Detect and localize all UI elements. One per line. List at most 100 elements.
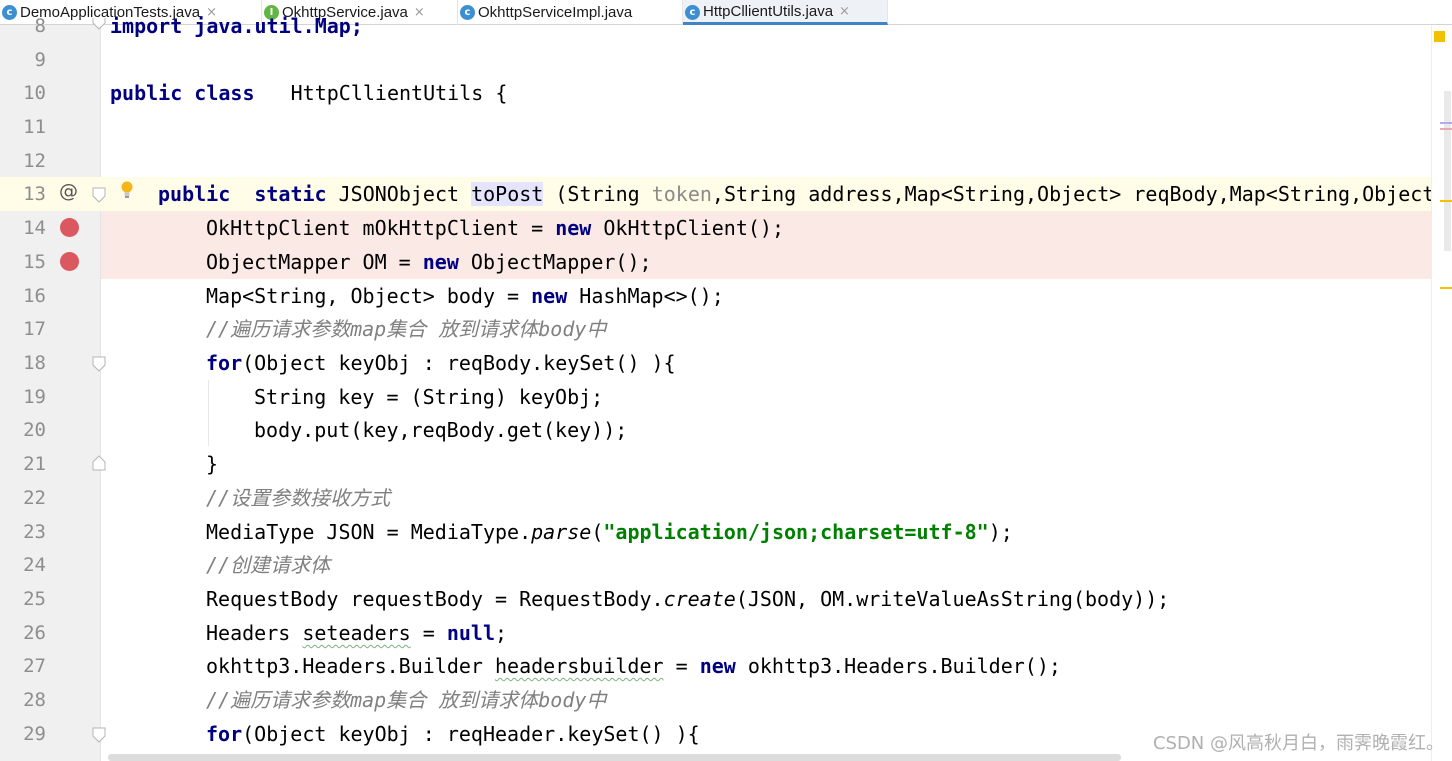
line-number: 11 xyxy=(23,116,46,138)
code-line-15: ObjectMapper OM = new ObjectMapper(); xyxy=(206,245,652,279)
fold-close-icon[interactable] xyxy=(92,455,106,471)
code-line-20: body.put(key,reqBody.get(key)); xyxy=(254,413,627,447)
line-number: 13 xyxy=(23,183,46,205)
lightbulb-icon[interactable] xyxy=(119,180,135,200)
line-number: 20 xyxy=(23,419,46,441)
fold-open-icon[interactable] xyxy=(92,187,106,203)
static-method-token: create xyxy=(663,587,736,611)
comment-token: //遍历请求参数map集合 放到请求体body中 xyxy=(206,688,607,712)
code-line-19: String key = (String) keyObj; xyxy=(254,380,603,414)
code-token: OkHttpClient(); xyxy=(591,216,784,240)
keyword-token: new xyxy=(531,284,568,308)
fold-open-icon[interactable] xyxy=(92,18,106,30)
line-number: 18 xyxy=(23,352,46,374)
warning-indicator-icon[interactable] xyxy=(1434,31,1445,42)
static-method-token: parse xyxy=(531,520,592,544)
method-name-token: toPost xyxy=(471,182,544,206)
code-line-26: Headers seteaders = null; xyxy=(206,616,507,650)
code-line-25: RequestBody requestBody = RequestBody.cr… xyxy=(206,582,1169,616)
code-token: (Object keyObj : reqBody.keySet() ){ xyxy=(242,351,676,375)
line-number: 26 xyxy=(23,622,46,644)
code-token: okhttp3.Headers.Builder xyxy=(206,654,495,678)
keyword-token: public class xyxy=(110,81,255,105)
code-line-10: public class HttpCllientUtils { xyxy=(110,76,507,110)
tab-okhttp-service-impl[interactable]: c OkhttpServiceImpl.java xyxy=(458,0,683,25)
vertical-scrollbar[interactable] xyxy=(1444,91,1451,251)
tab-http-cllient-utils[interactable]: c HttpCllientUtils.java × xyxy=(683,0,888,25)
override-icon[interactable]: @ xyxy=(59,180,78,202)
breakpoint-icon[interactable] xyxy=(60,218,79,237)
stripe-mark[interactable] xyxy=(1440,200,1452,202)
keyword-token: static xyxy=(230,182,327,206)
code-token: Map<String, Object> body = xyxy=(206,284,532,308)
code-token: (Object keyObj : reqHeader.keySet() ){ xyxy=(242,722,700,746)
class-icon: c xyxy=(685,5,700,20)
watermark: CSDN @风高秋月白，雨霁晚霞红。 xyxy=(1152,733,1444,754)
code-token: HttpCllientUtils { xyxy=(254,81,508,105)
code-token: ; xyxy=(495,621,508,645)
line-number: 29 xyxy=(23,723,46,745)
code-token: Headers xyxy=(206,621,303,645)
code-token: ObjectMapper(); xyxy=(458,250,652,274)
line-number: 25 xyxy=(23,588,46,610)
stripe-mark[interactable] xyxy=(1440,128,1452,130)
code-token: body.put(key,reqBody.get(key)); xyxy=(254,418,628,442)
line-number: 12 xyxy=(23,150,46,172)
line-number: 10 xyxy=(23,82,46,104)
code-line-28: //遍历请求参数map集合 放到请求体body中 xyxy=(206,683,606,717)
line-number: 22 xyxy=(23,487,46,509)
unused-variable-token: seteaders xyxy=(302,621,411,645)
stripe-mark[interactable] xyxy=(1440,122,1452,124)
line-number: 23 xyxy=(23,521,46,543)
code-token: ObjectMapper OM = xyxy=(206,250,423,274)
code-line-13: public static JSONObject toPost (String … xyxy=(158,177,1446,211)
code-line-16: Map<String, Object> body = new HashMap<>… xyxy=(206,279,724,313)
error-stripe[interactable] xyxy=(1431,25,1452,761)
code-line-24: //创建请求体 xyxy=(206,548,330,582)
line-number: 9 xyxy=(34,49,46,71)
code-token: ( xyxy=(591,520,604,544)
line-number: 15 xyxy=(23,251,46,273)
code-token: JSONObject xyxy=(326,182,472,206)
keyword-token: for xyxy=(206,351,243,375)
tab-label: OkhttpServiceImpl.java xyxy=(478,4,633,21)
unused-param-token: token xyxy=(651,182,712,206)
comment-token: //设置参数接收方式 xyxy=(206,486,391,510)
fold-open-icon[interactable] xyxy=(92,356,106,372)
code-line-27: okhttp3.Headers.Builder headersbuilder =… xyxy=(206,649,1061,683)
code-token: HashMap<>(); xyxy=(567,284,724,308)
keyword-token: new xyxy=(699,654,736,678)
keyword-token: null xyxy=(446,621,495,645)
code-token: ); xyxy=(988,520,1013,544)
comment-token: //遍历请求参数map集合 放到请求体body中 xyxy=(206,317,607,341)
line-number: 14 xyxy=(23,217,46,239)
code-token: String key = (String) keyObj; xyxy=(254,385,604,409)
code-token: = xyxy=(410,621,447,645)
line-number: 21 xyxy=(23,453,46,475)
line-number: 17 xyxy=(23,318,46,340)
code-token: = xyxy=(663,654,700,678)
code-token: RequestBody requestBody = RequestBody. xyxy=(206,587,664,611)
keyword-token: for xyxy=(206,722,243,746)
code-line-14: OkHttpClient mOkHttpClient = new OkHttpC… xyxy=(206,211,784,245)
close-icon[interactable]: × xyxy=(414,5,425,20)
code-line-8: import java.util.Map; xyxy=(110,9,363,43)
unused-variable-token: headersbuilder xyxy=(494,654,664,678)
breakpoint-icon[interactable] xyxy=(60,252,79,271)
code-token: (String xyxy=(543,182,652,206)
fold-open-icon[interactable] xyxy=(92,727,106,743)
class-icon: c xyxy=(460,5,475,20)
code-line-22: //设置参数接收方式 xyxy=(206,481,390,515)
close-icon[interactable]: × xyxy=(839,4,850,19)
horizontal-scrollbar[interactable] xyxy=(108,754,1121,761)
line-number: 8 xyxy=(34,15,46,37)
code-token: } xyxy=(206,452,219,476)
code-token: MediaType JSON = MediaType. xyxy=(206,520,532,544)
line-number: 28 xyxy=(23,689,46,711)
keyword-token: public xyxy=(158,182,231,206)
code-token: okhttp3.Headers.Builder(); xyxy=(735,654,1061,678)
comment-token: //创建请求体 xyxy=(206,553,331,577)
keyword-token: new xyxy=(422,250,459,274)
stripe-mark[interactable] xyxy=(1440,287,1452,289)
code-line-17: //遍历请求参数map集合 放到请求体body中 xyxy=(206,312,606,346)
